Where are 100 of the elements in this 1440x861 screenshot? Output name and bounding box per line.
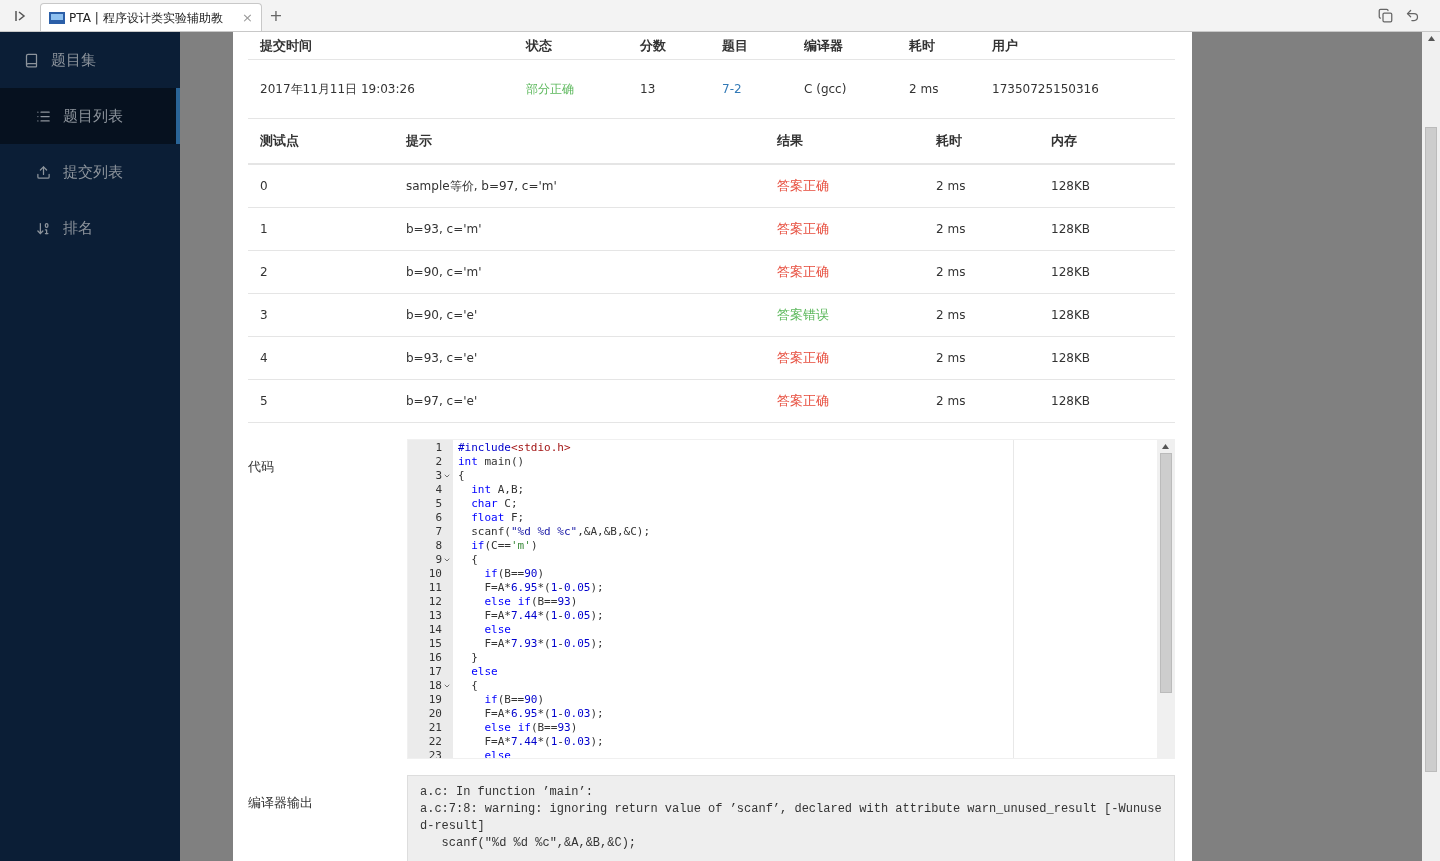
- list-icon: [36, 108, 51, 124]
- column-header: 分数: [640, 36, 667, 55]
- line-number: 2: [435, 455, 442, 469]
- code-line: else: [470, 665, 498, 679]
- code-line: if(C=='m'): [470, 539, 538, 553]
- table-cell-text: 0: [260, 178, 269, 195]
- table-cell-text: 2: [260, 264, 269, 281]
- line-number: 15: [428, 637, 442, 651]
- line-number: 17: [428, 665, 442, 679]
- table-cell-text: 128KB: [1051, 393, 1091, 410]
- output-line: a.c: In function ’main’:: [420, 784, 594, 801]
- table-cell-text: 2 ms: [936, 221, 967, 238]
- book-icon: [24, 52, 39, 68]
- table-cell-text: 1: [260, 221, 269, 238]
- code-line: {: [470, 679, 478, 693]
- sort-icon: [36, 220, 51, 236]
- table-cell-text: b=90, c='e': [406, 307, 479, 324]
- page-scrollbar[interactable]: [1422, 32, 1440, 861]
- close-tab-button[interactable]: ×: [242, 7, 253, 28]
- code-line: scanf("%d %d %c",&A,&B,&C);: [470, 525, 651, 539]
- code-line: #include<stdio.h>: [458, 441, 571, 455]
- code-line: else: [483, 623, 511, 637]
- line-number: 20: [428, 707, 442, 721]
- result-text: 答案错误: [777, 307, 829, 323]
- column-header: 结果: [777, 132, 804, 151]
- line-number: 6: [435, 511, 442, 525]
- code-line: int main(): [458, 455, 525, 469]
- column-header: 用户: [992, 36, 1019, 55]
- scroll-up-icon[interactable]: [1427, 36, 1435, 41]
- table-cell-text: b=97, c='e': [406, 393, 479, 410]
- result-text: 答案正确: [777, 350, 829, 366]
- line-number: 21: [428, 721, 442, 735]
- table-cell-text: b=93, c='e': [406, 350, 479, 367]
- code-line: }: [470, 651, 478, 665]
- line-number: 10: [428, 567, 442, 581]
- code-line: F=A*6.95*(1-0.03);: [483, 707, 604, 721]
- table-cell-text: 128KB: [1051, 307, 1091, 324]
- table-cell-text: 2 ms: [936, 350, 967, 367]
- table-cell-text: 2 ms: [936, 264, 967, 281]
- line-number: 22: [428, 735, 442, 749]
- code-label: 代码: [248, 458, 275, 476]
- result-text: 答案正确: [777, 264, 829, 280]
- column-header: 耗时: [936, 132, 963, 151]
- status-text: 部分正确: [526, 81, 575, 98]
- line-number: 7: [435, 525, 442, 539]
- sidebar-toggle-icon[interactable]: [14, 9, 26, 22]
- line-number: 16: [428, 651, 442, 665]
- new-tab-button[interactable]: +: [269, 3, 283, 28]
- fold-icon[interactable]: [442, 556, 451, 564]
- sidebar-item[interactable]: 题目列表: [0, 88, 180, 144]
- sidebar-item[interactable]: 题目集: [0, 32, 180, 88]
- table-cell-text: 17350725150316: [992, 81, 1100, 98]
- table-cell-text: 2 ms: [936, 307, 967, 324]
- column-header: 状态: [526, 36, 553, 55]
- line-number: 3: [435, 469, 442, 483]
- table-cell-text: 2 ms: [936, 393, 967, 410]
- table-cell-text: b=93, c='m': [406, 221, 483, 238]
- column-header: 编译器: [804, 36, 844, 55]
- table-cell-text: 3: [260, 307, 269, 324]
- output-line: scanf(″%d %d %c″,&A,&B,&C);: [440, 835, 638, 852]
- table-cell-text: C (gcc): [804, 81, 848, 98]
- table-cell-text: 2 ms: [936, 178, 967, 195]
- code-line: {: [470, 553, 478, 567]
- table-cell-text: 128KB: [1051, 350, 1091, 367]
- column-header: 内存: [1051, 132, 1078, 151]
- table-cell-text: 2 ms: [909, 81, 940, 98]
- table-cell-text: 5: [260, 393, 269, 410]
- code-line: F=A*6.95*(1-0.05);: [483, 581, 604, 595]
- table-cell-text: 2017年11月11日 19:03:26: [260, 81, 416, 98]
- code-line: else if(B==93): [483, 595, 578, 609]
- undo-icon[interactable]: [1405, 8, 1420, 23]
- code-line: int A,B;: [470, 483, 525, 497]
- fold-icon[interactable]: [442, 682, 451, 690]
- line-number: 13: [428, 609, 442, 623]
- scroll-up-icon[interactable]: [1162, 444, 1169, 449]
- code-line: else if(B==93): [483, 721, 578, 735]
- table-cell-text: sample等价, b=97, c='m': [406, 178, 558, 195]
- column-header: 耗时: [909, 36, 936, 55]
- sidebar-item[interactable]: 排名: [0, 200, 180, 256]
- collections-icon[interactable]: [1378, 8, 1393, 23]
- code-line: F=A*7.93*(1-0.05);: [483, 637, 604, 651]
- browser-tab[interactable]: PTA | 程序设计类实验辅助教 ×: [40, 3, 262, 31]
- fold-icon[interactable]: [442, 472, 451, 480]
- result-text: 答案正确: [777, 178, 829, 194]
- tab-title: PTA | 程序设计类实验辅助教: [69, 9, 224, 27]
- problem-link[interactable]: 7-2: [722, 80, 804, 98]
- line-number: 11: [428, 581, 442, 595]
- line-number: 19: [428, 693, 442, 707]
- table-cell-text: b=90, c='m': [406, 264, 483, 281]
- result-text: 答案正确: [777, 393, 829, 409]
- table-cell-text: 13: [640, 81, 657, 98]
- line-number: 5: [435, 497, 442, 511]
- column-header: 提交时间: [260, 36, 313, 55]
- scrollbar[interactable]: [1157, 440, 1174, 758]
- line-number: 9: [435, 553, 442, 567]
- line-number: 12: [428, 595, 442, 609]
- column-header: 题目: [722, 36, 749, 55]
- sidebar-item[interactable]: 提交列表: [0, 144, 180, 200]
- favicon-icon: [49, 11, 65, 24]
- table-cell-text: 128KB: [1051, 264, 1091, 281]
